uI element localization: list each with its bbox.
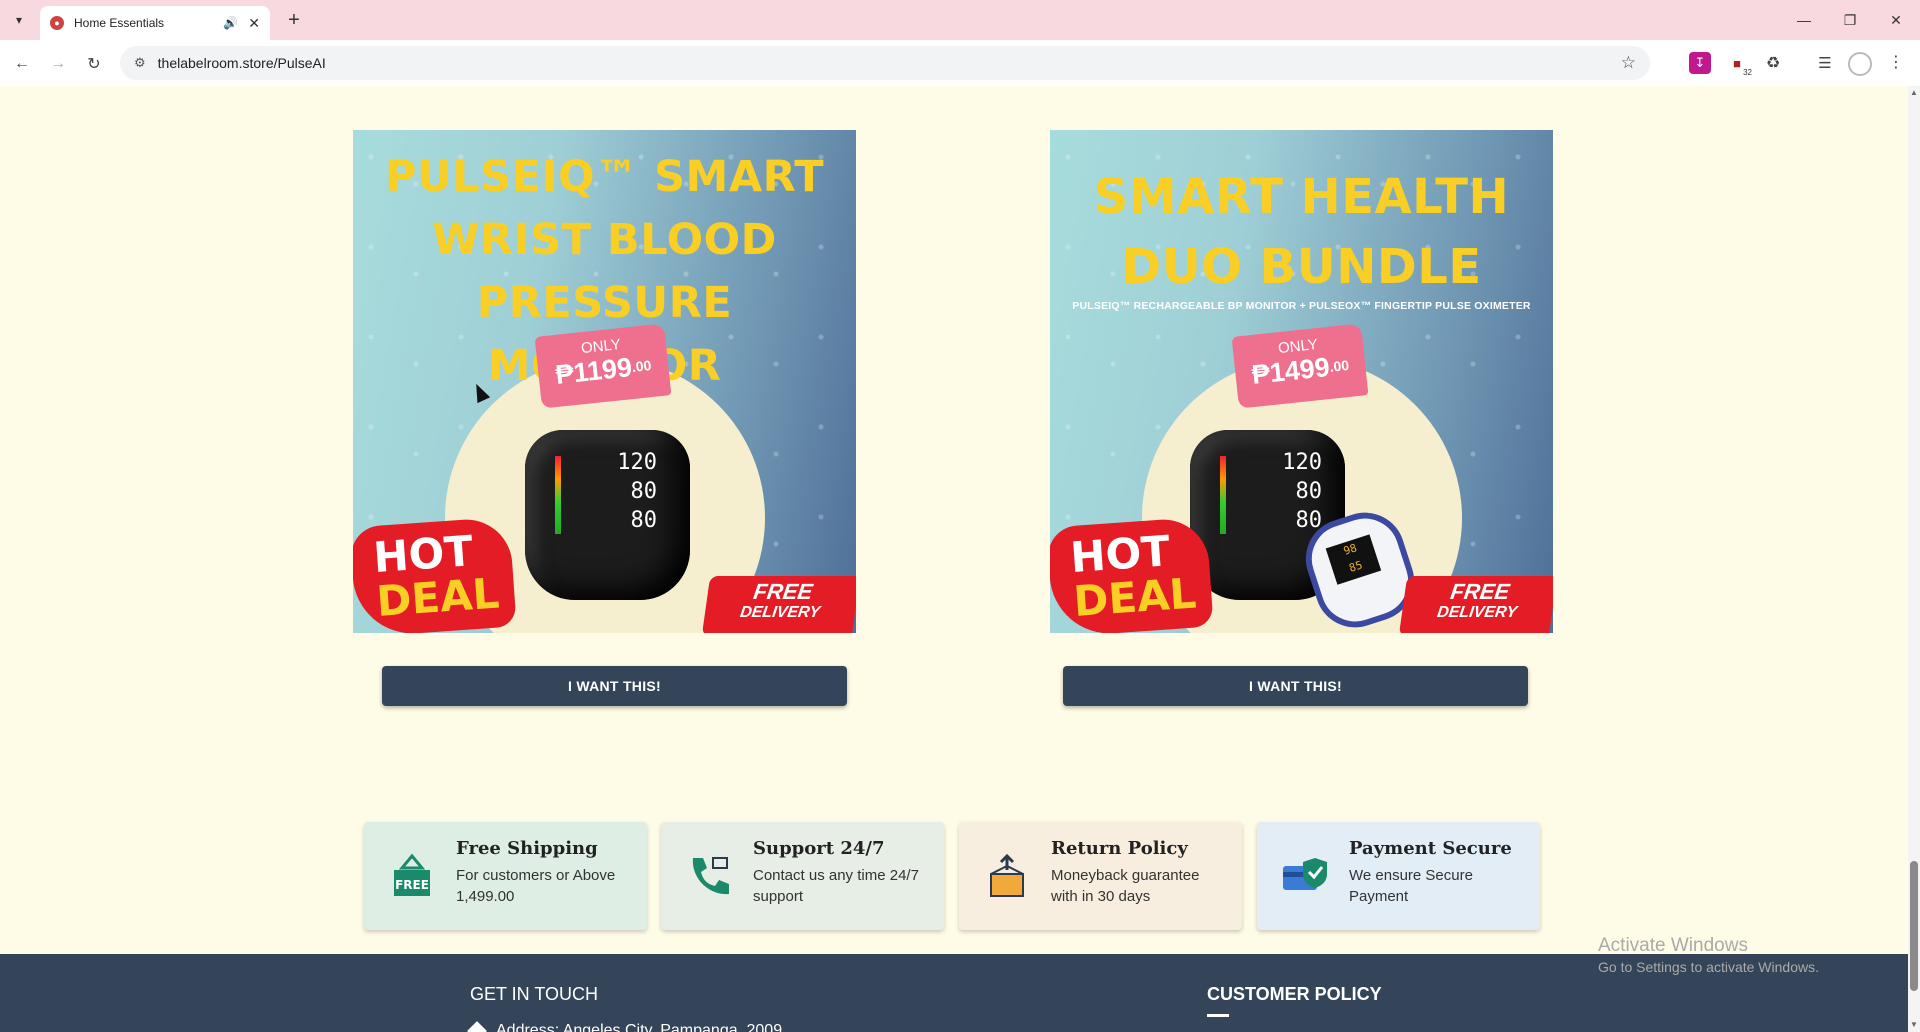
forward-arrow-icon[interactable]: →	[46, 52, 70, 76]
level-bar-icon	[555, 456, 561, 534]
bookmark-star-icon[interactable]: ☆	[1621, 53, 1636, 73]
profile-avatar[interactable]	[1848, 52, 1872, 76]
feature-title: Return Policy	[1051, 838, 1188, 859]
watermark-line-1: Activate Windows	[1598, 935, 1748, 956]
product-subtitle: PULSEIQ™ RECHARGEABLE BP MONITOR + PULSE…	[1072, 300, 1531, 312]
svg-text:FREE: FREE	[395, 878, 429, 892]
extension-badge-count: 32	[1743, 68, 1752, 77]
oximeter-screen: 98 85	[1325, 534, 1382, 585]
footer-address: Address: Angeles City, Pampanga, 2009	[467, 1021, 783, 1032]
feature-text: Free Shipping For customers or Above 1,4…	[456, 838, 631, 930]
free-delivery-badge: FREE DELIVERY	[1398, 576, 1553, 633]
device-screen: 120 80 80	[1240, 448, 1322, 540]
feature-desc: We ensure Secure Payment	[1349, 867, 1473, 905]
new-tab-button[interactable]: +	[282, 8, 306, 32]
feature-return-policy: Return Policy Moneyback guarantee with i…	[959, 822, 1242, 930]
page-scrollbar[interactable]: ▲ ▼	[1908, 86, 1920, 1032]
feature-support: Support 24/7 Contact us any time 24/7 su…	[661, 822, 944, 930]
free-delivery-badge: FREE DELIVERY	[701, 576, 856, 633]
tab-bar: ▾ ● Home Essentials 🔊 ✕ + — ❐ ✕	[0, 0, 1920, 40]
i-want-this-button-1[interactable]: I WANT THIS!	[382, 666, 847, 706]
screen-systolic: 120	[617, 450, 657, 475]
heading-underline	[1207, 1014, 1229, 1017]
bp-monitor-device: 120 80 80	[525, 430, 690, 600]
feature-title: Support 24/7	[753, 838, 885, 859]
scroll-up-arrow-icon[interactable]: ▲	[1910, 88, 1918, 97]
screen-systolic: 120	[1282, 450, 1322, 475]
hot-deal-badge: HOT DEAL	[1050, 516, 1214, 633]
tab-search-chevron-icon[interactable]: ▾	[8, 9, 30, 31]
screen-diastolic: 80	[630, 479, 658, 504]
device-screen: 120 80 80	[575, 448, 657, 540]
free-text: FREE	[1448, 579, 1512, 604]
product-title: SMART HEALTH DUO BUNDLE	[1050, 162, 1553, 302]
price-amount: ₱1199	[554, 352, 634, 390]
delivery-text: DELIVERY	[1436, 604, 1519, 621]
return-box-icon	[990, 853, 1024, 897]
free-text: FREE	[751, 579, 815, 604]
i-want-this-button-2[interactable]: I WANT THIS!	[1063, 666, 1528, 706]
feature-title: Free Shipping	[456, 838, 598, 859]
site-favicon-icon: ●	[50, 16, 64, 30]
feature-desc: For customers or Above 1,499.00	[456, 867, 616, 905]
location-pin-icon	[467, 1021, 487, 1032]
site-info-icon[interactable]: ⚙	[134, 55, 146, 71]
browser-menu-icon[interactable]: ⋮	[1888, 52, 1904, 72]
price-tag: ONLY ₱1499.00	[1231, 323, 1369, 409]
feature-text: Support 24/7 Contact us any time 24/7 su…	[753, 838, 928, 930]
title-line: SMART HEALTH	[1093, 169, 1510, 225]
secure-card-icon	[1283, 858, 1327, 890]
feature-desc: Contact us any time 24/7 support	[753, 867, 919, 905]
close-tab-icon[interactable]: ✕	[248, 15, 260, 32]
url-text[interactable]: thelabelroom.store/PulseAI	[158, 55, 326, 71]
restore-icon[interactable]: ❐	[1838, 8, 1862, 32]
media-control-icon[interactable]: ☰	[1814, 52, 1836, 74]
customer-policy-heading: CUSTOMER POLICY	[1207, 984, 1382, 1004]
tab-title: Home Essentials	[74, 16, 165, 30]
hot-deal-badge: HOT DEAL	[353, 516, 517, 633]
page-content: PULSEIQ™ SMART WRIST BLOOD PRESSURE MONI…	[0, 86, 1908, 1032]
watermark-line-2: Go to Settings to activate Windows.	[1598, 959, 1819, 975]
address-bar[interactable]: ⚙ thelabelroom.store/PulseAI ☆	[120, 46, 1650, 80]
price-tag: ONLY ₱1199.00	[534, 323, 672, 409]
product-image-duo-bundle[interactable]: SMART HEALTH DUO BUNDLE PULSEIQ™ RECHARG…	[1050, 130, 1553, 633]
price-cents: .00	[1328, 356, 1350, 375]
delivery-text: DELIVERY	[739, 604, 822, 621]
phone-support-icon	[692, 857, 729, 895]
screen-pulse: 80	[630, 508, 658, 533]
feature-title: Payment Secure	[1349, 838, 1512, 859]
level-bar-icon	[1220, 456, 1226, 534]
download-extension-icon[interactable]: ↧	[1689, 52, 1711, 74]
deal-text: DEAL	[374, 568, 501, 626]
feature-payment-secure: Payment Secure We ensure Secure Payment	[1257, 822, 1540, 930]
minimize-icon[interactable]: —	[1792, 8, 1816, 32]
title-line: DUO BUNDLE	[1121, 239, 1482, 295]
feature-free-shipping: FREE Free Shipping For customers or Abov…	[364, 822, 647, 930]
feature-text: Payment Secure We ensure Secure Payment	[1349, 838, 1524, 930]
speaker-icon[interactable]: 🔊	[223, 16, 238, 30]
title-line: PULSEIQ™ SMART	[384, 152, 825, 202]
close-window-icon[interactable]: ✕	[1884, 8, 1908, 32]
reload-icon[interactable]: ↻	[82, 52, 106, 76]
extensions-puzzle-icon[interactable]: ♻	[1762, 52, 1784, 74]
scroll-down-arrow-icon[interactable]: ▼	[1910, 1020, 1918, 1029]
price-cents: .00	[630, 357, 653, 375]
back-arrow-icon[interactable]: ←	[10, 52, 34, 76]
screen-diastolic: 80	[1295, 479, 1323, 504]
extension-badge-icon[interactable]: ■ 32	[1726, 52, 1752, 77]
free-shipping-icon: FREE	[394, 853, 430, 896]
deal-text: DEAL	[1071, 568, 1198, 626]
address-text: Address: Angeles City, Pampanga, 2009	[496, 1022, 783, 1032]
tab-home-essentials[interactable]: ● Home Essentials 🔊 ✕	[40, 6, 270, 40]
product-image-pulseiq-monitor[interactable]: PULSEIQ™ SMART WRIST BLOOD PRESSURE MONI…	[353, 130, 856, 633]
browser-toolbar: ← → ↻ ⚙ thelabelroom.store/PulseAI ☆ ↧ ■…	[0, 40, 1920, 86]
feature-desc: Moneyback guarantee with in 30 days	[1051, 867, 1200, 905]
windows-activation-watermark: Activate Windows Go to Settings to activ…	[1598, 935, 1819, 975]
title-line: WRIST BLOOD	[432, 215, 777, 265]
feature-text: Return Policy Moneyback guarantee with i…	[1051, 838, 1226, 930]
screen-pulse: 80	[1295, 508, 1323, 533]
get-in-touch-heading: GET IN TOUCH	[470, 984, 599, 1004]
scrollbar-thumb[interactable]	[1910, 861, 1918, 991]
